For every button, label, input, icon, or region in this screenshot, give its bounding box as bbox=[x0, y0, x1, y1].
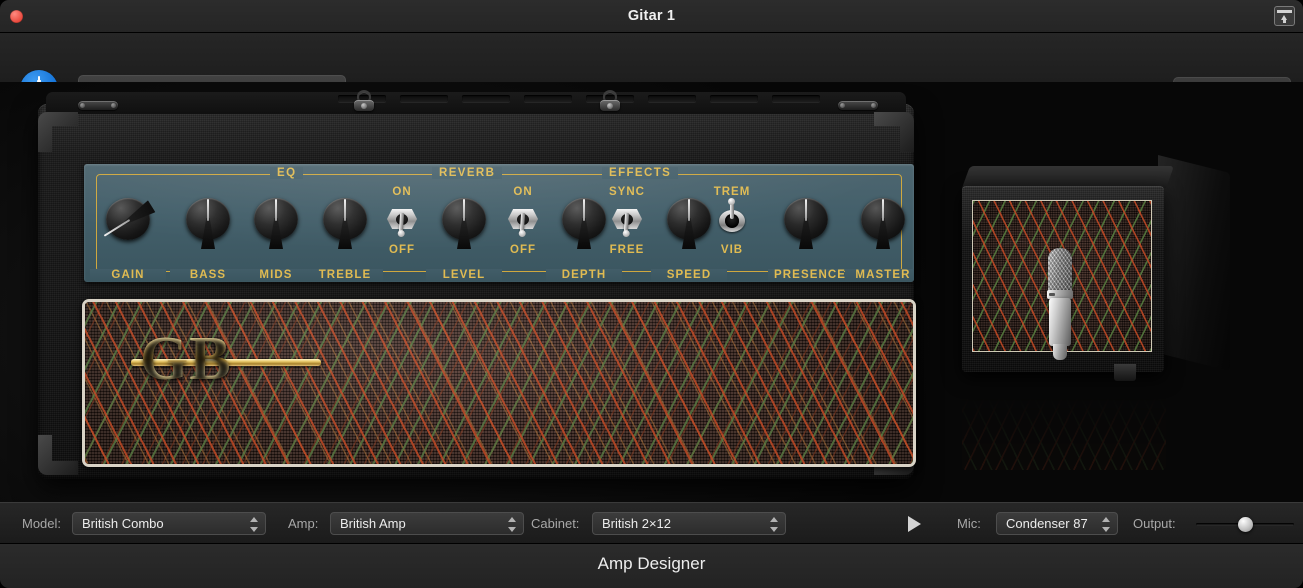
up-down-stepper-icon bbox=[250, 517, 258, 532]
knob-label-treble: TREBLE bbox=[307, 269, 383, 281]
expand-window-icon[interactable] bbox=[1274, 6, 1295, 26]
amp-head[interactable]: EQ REVERB EFFECTS GAIN BASSMIDSTREBLE LEVEL D… bbox=[16, 88, 934, 488]
amp-value: British Amp bbox=[340, 516, 406, 531]
knob-bass[interactable] bbox=[184, 194, 232, 244]
cabinet-side-panel bbox=[1158, 155, 1230, 371]
mic-popup-button[interactable]: Condenser 87 bbox=[996, 512, 1118, 535]
mic-capsule-icon bbox=[1048, 248, 1072, 294]
mic-label: Mic: bbox=[957, 516, 981, 531]
switch-trem-vib[interactable] bbox=[717, 202, 747, 236]
plugin-header-bar: British Combo Clean Tampilan: 100% bbox=[0, 33, 1303, 82]
up-down-stepper-icon bbox=[770, 517, 778, 532]
amp-vent-slots bbox=[338, 95, 838, 107]
knob-label-presence: PRESENCE bbox=[768, 269, 844, 281]
knob-treble[interactable] bbox=[321, 194, 369, 244]
switch-tremolo-sync[interactable] bbox=[612, 200, 642, 236]
knob-depth[interactable] bbox=[560, 194, 608, 244]
cabinet-top-panel bbox=[962, 166, 1174, 188]
switch-top-label-trem-vib: TREM bbox=[710, 186, 754, 198]
knob-label-depth: DEPTH bbox=[546, 269, 622, 281]
amp-head-cabinet: EQ REVERB EFFECTS GAIN BASSMIDSTREBLE LEVEL D… bbox=[38, 104, 914, 479]
model-value: British Combo bbox=[82, 516, 164, 531]
corner-protector-top-left bbox=[38, 112, 78, 152]
mic-value: Condenser 87 bbox=[1006, 516, 1088, 531]
play-triangle-icon[interactable] bbox=[908, 516, 921, 532]
knob-gain[interactable] bbox=[104, 194, 152, 244]
knob-mids[interactable] bbox=[252, 194, 300, 244]
knob-speed[interactable] bbox=[665, 194, 713, 244]
panel-group-reverb: REVERB bbox=[432, 167, 502, 179]
corner-protector-bottom-left bbox=[38, 435, 78, 475]
switch-bottom-label-tremolo-sync: FREE bbox=[605, 244, 649, 256]
strap-loop-right bbox=[598, 90, 622, 112]
handle-fitting-left bbox=[78, 96, 118, 116]
amp-label: Amp: bbox=[288, 516, 318, 531]
switch-reverb-power[interactable] bbox=[387, 200, 417, 236]
knob-master[interactable] bbox=[859, 194, 907, 244]
mic-body bbox=[1049, 298, 1071, 346]
knob-label-speed: SPEED bbox=[651, 269, 727, 281]
cabinet-label: Cabinet: bbox=[531, 516, 579, 531]
panel-group-effects: EFFECTS bbox=[602, 167, 678, 179]
cabinet-popup-button[interactable]: British 2×12 bbox=[592, 512, 786, 535]
model-label: Model: bbox=[22, 516, 61, 531]
speaker-cone-right bbox=[1069, 229, 1143, 303]
switch-bottom-label-effects-power: OFF bbox=[501, 244, 545, 256]
knob-label-gain: GAIN bbox=[90, 269, 166, 281]
amp-popup-button[interactable]: British Amp bbox=[330, 512, 524, 535]
model-popup-button[interactable]: British Combo bbox=[72, 512, 266, 535]
knob-label-master: MASTER bbox=[845, 269, 914, 281]
strap-loop-left bbox=[352, 90, 376, 112]
plugin-footer: Amp Designer bbox=[0, 543, 1303, 588]
bottom-toolbar: Model: British Combo Amp: British Amp Ca… bbox=[0, 502, 1303, 543]
mic-tip bbox=[1053, 344, 1067, 360]
speaker-cone-left bbox=[981, 241, 1055, 315]
condenser-microphone[interactable] bbox=[1047, 248, 1073, 362]
switch-bottom-label-trem-vib: VIB bbox=[710, 244, 754, 256]
knob-level[interactable] bbox=[440, 194, 488, 244]
cabinet-reflection bbox=[962, 378, 1166, 470]
up-down-stepper-icon bbox=[1102, 517, 1110, 532]
output-slider-thumb[interactable] bbox=[1238, 517, 1253, 532]
corner-protector-top-right bbox=[874, 112, 914, 152]
knob-label-bass: BASS bbox=[170, 269, 246, 281]
cabinet-value: British 2×12 bbox=[602, 516, 671, 531]
logo-text: GB bbox=[140, 324, 310, 395]
speaker-cabinet[interactable] bbox=[962, 182, 1232, 412]
knob-presence[interactable] bbox=[782, 194, 830, 244]
switch-bottom-label-reverb-power: OFF bbox=[380, 244, 424, 256]
window-titlebar: Gitar 1 bbox=[0, 0, 1303, 33]
amp-designer-window: Gitar 1 British Combo Clean Tampilan: 10… bbox=[0, 0, 1303, 588]
output-label: Output: bbox=[1133, 516, 1176, 531]
panel-group-eq: EQ bbox=[270, 167, 303, 179]
knob-label-mids: MIDS bbox=[238, 269, 314, 281]
window-title: Gitar 1 bbox=[0, 8, 1303, 24]
amp-control-panel: EQ REVERB EFFECTS GAIN BASSMIDSTREBLE LEVEL D… bbox=[84, 164, 914, 282]
plugin-name: Amp Designer bbox=[0, 554, 1303, 574]
handle-fitting-right bbox=[838, 96, 878, 116]
amp-logo: GB bbox=[140, 324, 310, 394]
amp-grille: GB bbox=[82, 299, 916, 467]
knob-label-level: LEVEL bbox=[426, 269, 502, 281]
switch-top-label-effects-power: ON bbox=[501, 186, 545, 198]
switch-top-label-reverb-power: ON bbox=[380, 186, 424, 198]
switch-effects-power[interactable] bbox=[508, 200, 538, 236]
amp-stage: EQ REVERB EFFECTS GAIN BASSMIDSTREBLE LEVEL D… bbox=[0, 82, 1303, 502]
up-down-stepper-icon bbox=[508, 517, 516, 532]
switch-top-label-tremolo-sync: SYNC bbox=[605, 186, 649, 198]
